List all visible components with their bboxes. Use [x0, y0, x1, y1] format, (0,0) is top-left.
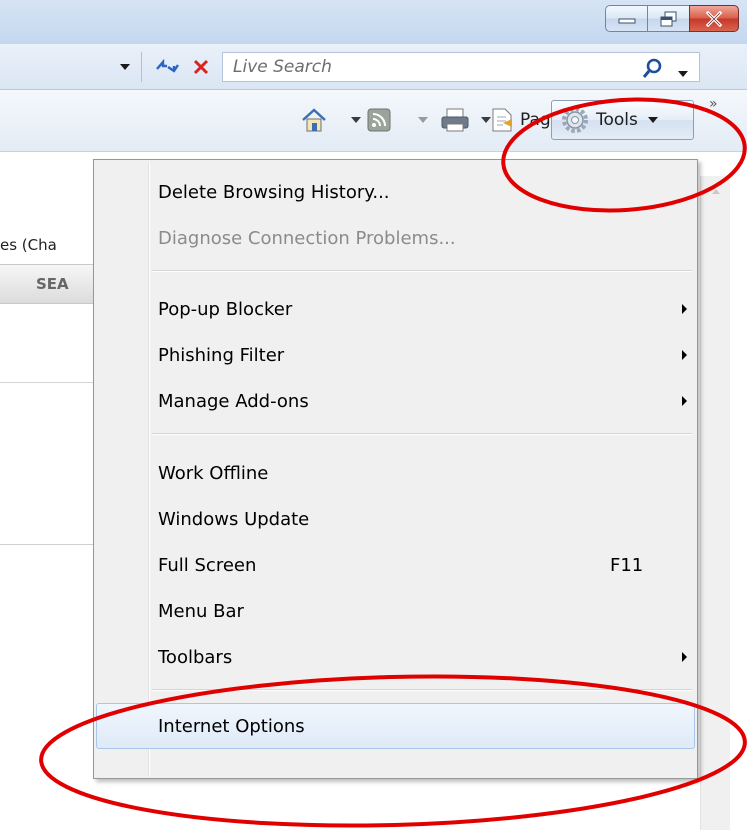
search-options-button[interactable] [677, 63, 689, 82]
divider [0, 382, 96, 383]
search-box [222, 52, 700, 82]
menu-item-manage-add-ons[interactable]: Manage Add-ons [96, 378, 695, 424]
toolbar-overflow-button[interactable]: » [709, 96, 718, 112]
close-button[interactable] [689, 5, 739, 32]
submenu-arrow-icon [682, 396, 687, 406]
menu-item-phishing-filter[interactable]: Phishing Filter [96, 332, 695, 378]
chevron-down-icon [647, 117, 658, 123]
page-search-tab[interactable]: SEA [0, 264, 96, 304]
close-icon [705, 10, 723, 27]
menu-item-label: Internet Options [158, 715, 305, 737]
separator [141, 52, 142, 82]
search-icon [642, 58, 662, 78]
divider [0, 544, 96, 545]
menu-item-label: Manage Add-ons [158, 390, 309, 412]
restore-button[interactable] [647, 5, 689, 32]
gear-icon [562, 107, 588, 133]
tools-menu-button[interactable]: Tools [551, 100, 694, 140]
chevron-up-icon [712, 188, 720, 194]
home-button[interactable] [300, 102, 362, 138]
menu-item-delete-browsing-history[interactable]: Delete Browsing History... [96, 169, 695, 215]
menu-item-work-offline[interactable]: Work Offline [96, 450, 695, 496]
menu-item-label: Work Offline [158, 462, 269, 484]
browser-window: Page Tools » es (Cha SEA Delete Brow [0, 0, 747, 830]
menu-separator [152, 689, 692, 691]
menu-item-internet-options[interactable]: Internet Options [96, 703, 695, 749]
menu-item-windows-update[interactable]: Windows Update [96, 496, 695, 542]
menu-item-full-screen[interactable]: Full Screen F11 [96, 542, 695, 588]
rss-feed-icon [367, 108, 391, 132]
minimize-icon [618, 18, 635, 23]
menu-item-label: Delete Browsing History... [158, 181, 390, 203]
command-bar: Page Tools » [0, 90, 747, 152]
page-icon [492, 108, 512, 132]
chevron-down-icon [120, 64, 130, 70]
home-icon [302, 108, 326, 132]
restore-icon [660, 11, 676, 26]
refresh-icon [156, 58, 179, 73]
menu-item-label: Windows Update [158, 508, 310, 530]
menu-item-label: Diagnose Connection Problems... [158, 227, 456, 249]
stop-button[interactable] [187, 52, 215, 82]
title-bar [0, 0, 747, 44]
search-button[interactable] [641, 56, 665, 84]
tools-dropdown-menu: Delete Browsing History... Diagnose Conn… [93, 159, 698, 779]
menu-item-toolbars[interactable]: Toolbars [96, 634, 695, 680]
menu-item-diagnose-connection-problems: Diagnose Connection Problems... [96, 215, 695, 261]
menu-item-menu-bar[interactable]: Menu Bar [96, 588, 695, 634]
search-input[interactable] [223, 53, 623, 81]
tools-menu-label: Tools [596, 110, 638, 130]
menu-separator [152, 270, 692, 272]
window-controls [605, 5, 739, 32]
printer-icon [441, 108, 469, 132]
menu-separator [152, 433, 692, 435]
address-dropdown-button[interactable] [110, 52, 140, 82]
menu-item-label: Full Screen [158, 554, 257, 576]
submenu-arrow-icon [682, 652, 687, 662]
vertical-scrollbar[interactable] [700, 176, 730, 830]
print-button[interactable] [440, 102, 492, 138]
page-heading-fragment: es (Cha [0, 236, 57, 254]
menu-item-label: Pop-up Blocker [158, 298, 293, 320]
menu-item-label: Toolbars [158, 646, 233, 668]
menu-item-label: Phishing Filter [158, 344, 285, 366]
refresh-button[interactable] [152, 52, 182, 82]
submenu-arrow-icon [682, 350, 687, 360]
minimize-button[interactable] [605, 5, 647, 32]
submenu-arrow-icon [682, 304, 687, 314]
stop-icon [193, 59, 209, 75]
chevron-down-icon [678, 71, 688, 77]
scroll-up-button[interactable] [701, 176, 731, 206]
address-bar-row [0, 44, 747, 90]
chevron-down-icon [418, 117, 428, 123]
menu-item-popup-blocker[interactable]: Pop-up Blocker [96, 286, 695, 332]
menu-item-label: Menu Bar [158, 600, 244, 622]
feeds-button[interactable] [367, 102, 429, 138]
menu-item-shortcut: F11 [610, 554, 644, 576]
chevron-down-icon [351, 117, 361, 123]
